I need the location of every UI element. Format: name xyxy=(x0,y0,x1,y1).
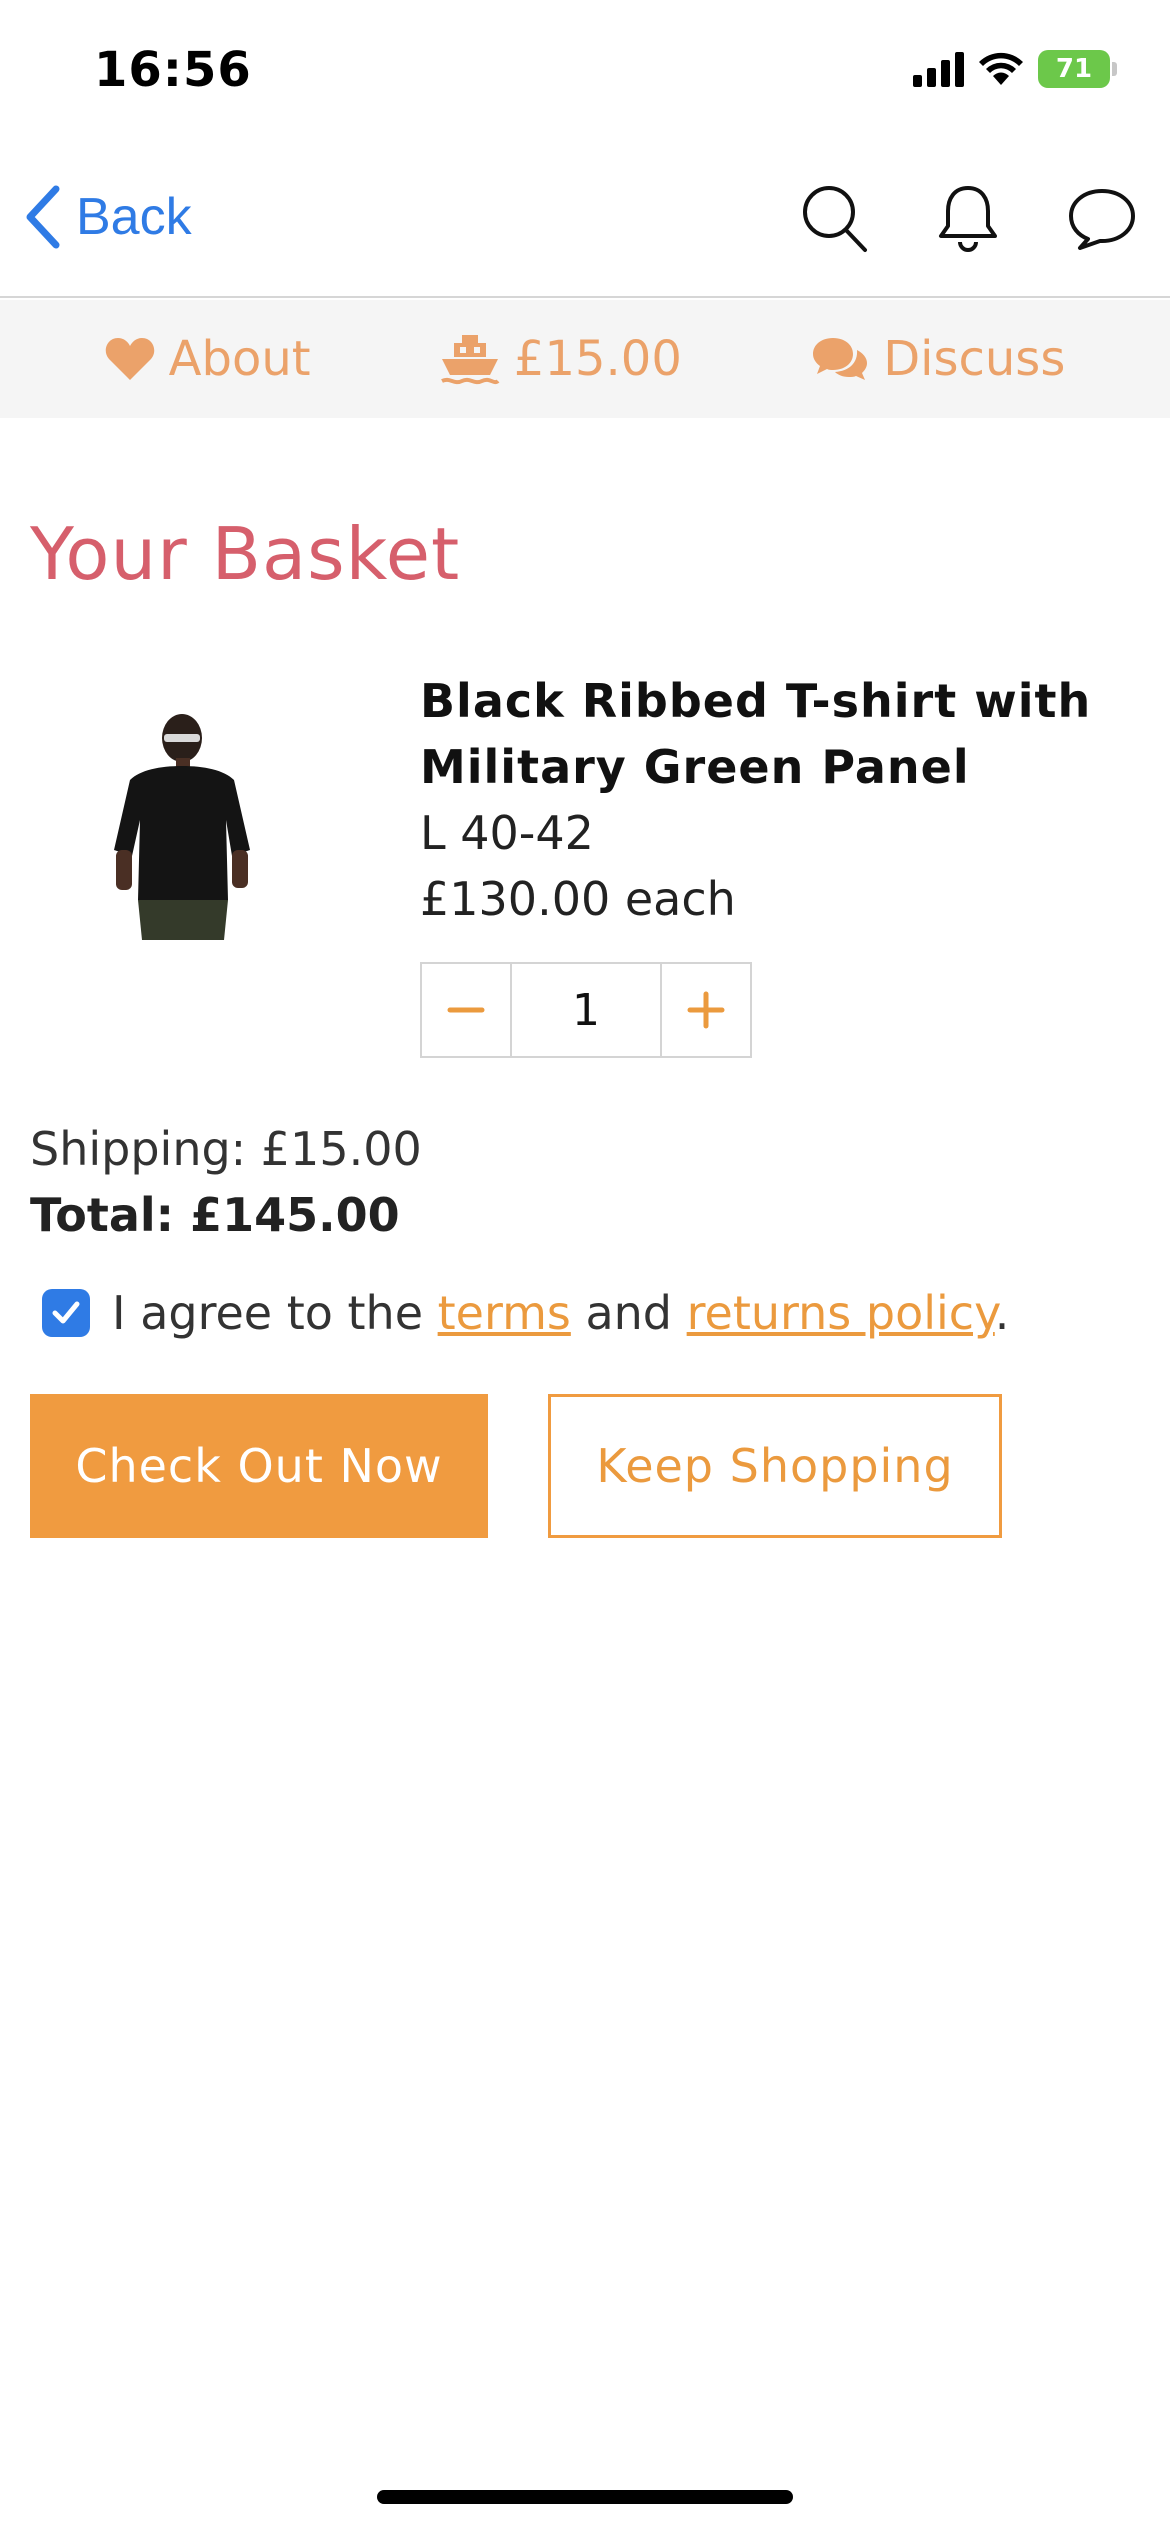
nav-bar: Back xyxy=(0,150,1170,298)
status-icons: 71 xyxy=(913,50,1117,88)
product-size: L 40-42 xyxy=(420,806,594,860)
page-title: Your Basket xyxy=(30,512,461,596)
tab-discuss-label: Discuss xyxy=(883,331,1066,387)
checkmark-icon xyxy=(52,1301,80,1324)
tab-shipping[interactable]: £15.00 xyxy=(440,331,682,387)
product-price: £130.00 each xyxy=(420,872,736,926)
agree-checkbox[interactable] xyxy=(42,1289,90,1337)
terms-link[interactable]: terms xyxy=(438,1286,571,1340)
tab-about-label: About xyxy=(168,331,311,387)
plus-icon xyxy=(687,991,725,1029)
quantity-value[interactable]: 1 xyxy=(510,964,662,1056)
shipping-cost: Shipping: £15.00 xyxy=(30,1122,422,1176)
battery-icon: 71 xyxy=(1038,50,1117,88)
comments-icon xyxy=(813,338,868,380)
agree-middle: and xyxy=(585,1286,673,1340)
wifi-icon xyxy=(979,52,1023,85)
tab-discuss[interactable]: Discuss xyxy=(811,331,1065,387)
terms-agreement: I agree to the terms and returns policy. xyxy=(42,1286,1009,1340)
search-icon xyxy=(803,186,867,252)
tab-about[interactable]: About xyxy=(105,331,311,387)
agree-text: I agree to the terms and returns policy. xyxy=(112,1286,1009,1340)
decrease-quantity-button[interactable] xyxy=(422,964,510,1056)
home-indicator[interactable] xyxy=(377,2490,793,2504)
agree-suffix: . xyxy=(994,1286,1010,1340)
basket-item-details: Black Ribbed T-shirt with Military Green… xyxy=(420,668,1140,932)
chat-bubble-icon xyxy=(1069,189,1135,250)
notifications-button[interactable] xyxy=(930,180,1006,256)
increase-quantity-button[interactable] xyxy=(662,964,750,1056)
returns-policy-link[interactable]: returns policy xyxy=(687,1286,995,1340)
back-label: Back xyxy=(76,188,192,246)
order-total: Total: £145.00 xyxy=(30,1188,400,1242)
keep-shopping-button[interactable]: Keep Shopping xyxy=(548,1394,1002,1538)
status-time: 16:56 xyxy=(94,42,252,98)
minus-icon xyxy=(447,1007,485,1013)
heart-icon xyxy=(105,338,154,380)
messages-button[interactable] xyxy=(1064,180,1140,256)
store-tab-strip: About £15.00 Discuss xyxy=(0,300,1170,418)
agree-prefix: I agree to the xyxy=(112,1286,423,1340)
ship-icon xyxy=(441,335,500,385)
bell-icon xyxy=(939,186,997,252)
product-name[interactable]: Black Ribbed T-shirt with Military Green… xyxy=(420,668,1140,800)
tab-shipping-label: £15.00 xyxy=(513,331,682,387)
search-button[interactable] xyxy=(796,180,872,256)
nav-actions xyxy=(796,180,1140,256)
chevron-left-icon xyxy=(26,185,60,249)
back-button[interactable]: Back xyxy=(22,184,192,250)
cellular-signal-icon xyxy=(913,51,964,87)
quantity-stepper: 1 xyxy=(420,962,752,1058)
check-out-now-button[interactable]: Check Out Now xyxy=(30,1394,488,1538)
battery-level: 71 xyxy=(1055,54,1093,84)
status-bar: 16:56 71 xyxy=(0,0,1170,150)
product-image[interactable] xyxy=(100,700,260,940)
